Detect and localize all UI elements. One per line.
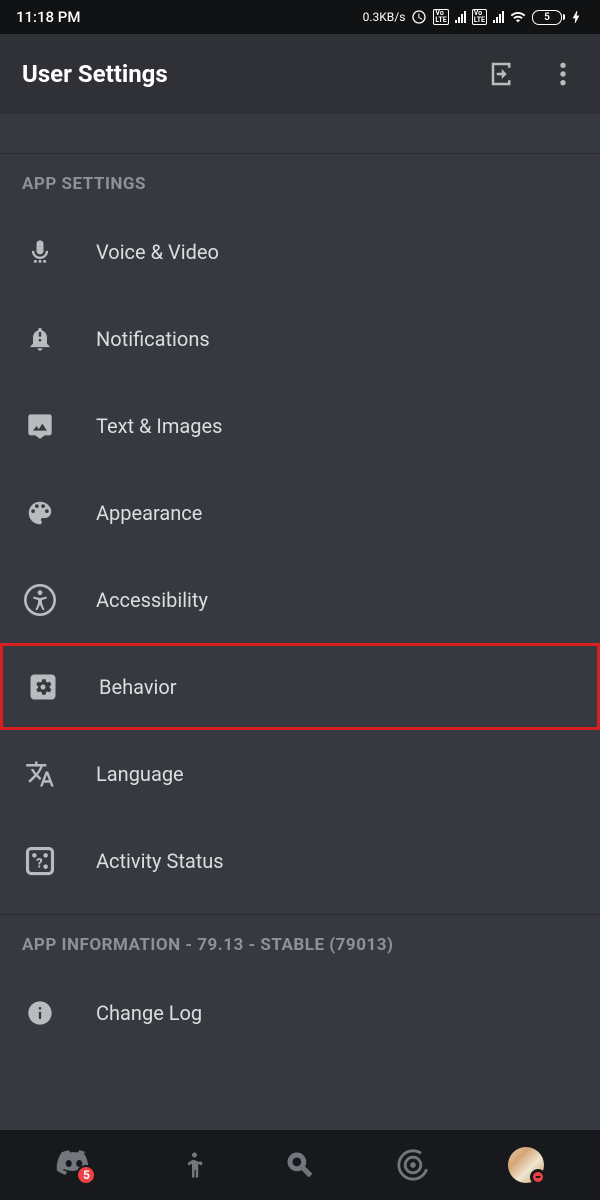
battery-icon: 5 xyxy=(532,10,562,25)
status-time: 11:18 PM xyxy=(16,8,80,26)
exit-button[interactable] xyxy=(488,59,518,89)
volte-icon-2: VoLTE xyxy=(472,9,487,25)
settings-item-label: Text & Images xyxy=(96,414,222,438)
signal-icon-2 xyxy=(493,11,504,23)
palette-icon xyxy=(22,495,58,531)
settings-item-label: Language xyxy=(96,762,184,786)
settings-item-activity-status[interactable]: ? Activity Status xyxy=(0,817,600,904)
settings-item-language[interactable]: Language xyxy=(0,730,600,817)
settings-content: APP SETTINGS Voice & Video Notifications… xyxy=(0,114,600,1056)
more-button[interactable] xyxy=(548,59,578,89)
wifi-icon xyxy=(510,9,526,25)
settings-item-change-log[interactable]: Change Log xyxy=(0,969,600,1056)
section-header-app-information: APP INFORMATION - 79.13 - STABLE (79013) xyxy=(0,915,600,969)
dice-icon: ? xyxy=(22,843,58,879)
image-icon xyxy=(22,408,58,444)
alarm-icon xyxy=(411,9,427,25)
info-icon xyxy=(22,995,58,1031)
nav-discord[interactable]: 5 xyxy=(52,1143,96,1187)
nav-profile[interactable] xyxy=(504,1143,548,1187)
settings-item-notifications[interactable]: Notifications xyxy=(0,295,600,382)
notification-badge: 5 xyxy=(76,1165,96,1185)
header: User Settings xyxy=(0,34,600,114)
more-vertical-icon xyxy=(559,61,567,87)
settings-item-text-images[interactable]: Text & Images xyxy=(0,382,600,469)
settings-item-label: Activity Status xyxy=(96,849,224,873)
settings-item-appearance[interactable]: Appearance xyxy=(0,469,600,556)
charging-icon xyxy=(568,9,584,25)
section-header-app-settings: APP SETTINGS xyxy=(0,154,600,208)
settings-item-label: Notifications xyxy=(96,327,210,351)
settings-item-label: Appearance xyxy=(96,501,202,525)
settings-item-voice-video[interactable]: Voice & Video xyxy=(0,208,600,295)
settings-item-behavior[interactable]: Behavior xyxy=(0,643,600,730)
bottom-nav: 5 xyxy=(0,1130,600,1200)
gear-box-icon xyxy=(25,669,61,705)
status-bar: 11:18 PM 0.3KB/s VoLTE VoLTE 5 xyxy=(0,0,600,34)
data-rate: 0.3KB/s xyxy=(363,10,406,24)
svg-text:?: ? xyxy=(36,856,42,871)
settings-item-accessibility[interactable]: Accessibility xyxy=(0,556,600,643)
status-indicators: 0.3KB/s VoLTE VoLTE 5 xyxy=(363,9,584,25)
header-actions xyxy=(488,59,578,89)
search-icon xyxy=(285,1150,315,1180)
nav-friends[interactable] xyxy=(165,1143,209,1187)
volte-icon-1: VoLTE xyxy=(433,9,448,25)
spacer xyxy=(0,114,600,154)
accessibility-icon xyxy=(22,582,58,618)
signal-icon-1 xyxy=(455,11,466,23)
exit-icon xyxy=(488,59,518,89)
microphone-icon xyxy=(22,234,58,270)
nav-mentions[interactable] xyxy=(391,1143,435,1187)
settings-item-label: Behavior xyxy=(99,675,177,699)
friends-icon xyxy=(171,1150,203,1180)
avatar xyxy=(508,1147,544,1183)
settings-item-label: Voice & Video xyxy=(96,240,219,264)
settings-item-label: Accessibility xyxy=(96,588,208,612)
nav-search[interactable] xyxy=(278,1143,322,1187)
language-icon xyxy=(22,756,58,792)
mentions-icon xyxy=(396,1148,430,1182)
settings-item-label: Change Log xyxy=(96,1001,202,1025)
page-title: User Settings xyxy=(22,60,168,88)
bell-icon xyxy=(22,321,58,357)
status-dnd-icon xyxy=(530,1169,546,1185)
